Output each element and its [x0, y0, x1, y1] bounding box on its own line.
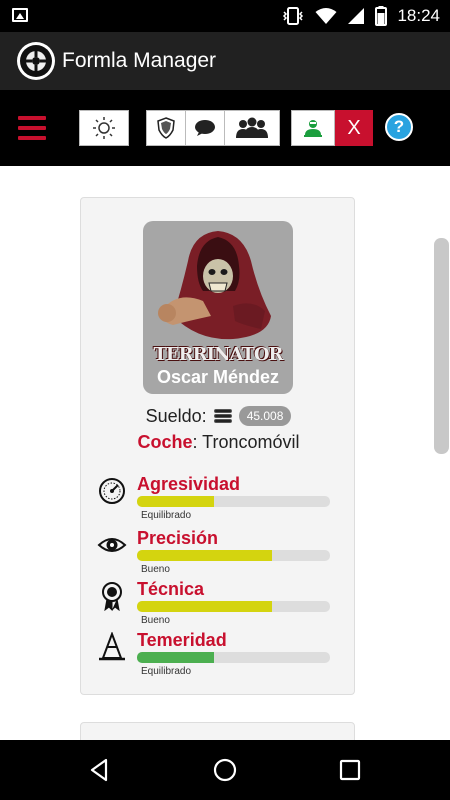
- signal-icon: [348, 8, 365, 24]
- brightness-button[interactable]: [79, 110, 129, 146]
- status-bar: 18:24: [0, 0, 450, 32]
- stat-row: Técnica Bueno: [97, 579, 337, 629]
- driver-card: TERRINATOR Oscar Méndez Sueldo: 45.008 C…: [80, 197, 355, 695]
- close-button[interactable]: X: [335, 110, 373, 146]
- vibrate-icon: [283, 7, 304, 25]
- car-value: : Troncomóvil: [192, 432, 300, 452]
- stat-level: Equilibrado: [141, 666, 192, 677]
- app-title: Formla Manager: [62, 49, 217, 72]
- home-icon[interactable]: [212, 757, 238, 783]
- hooded-villain-image: [158, 231, 271, 340]
- stat-name: Técnica: [137, 579, 205, 599]
- toolbar: X: [0, 90, 450, 166]
- community-button[interactable]: [225, 111, 279, 145]
- car-label: Coche: [137, 432, 193, 452]
- stat-row: Precisión Bueno: [97, 528, 337, 578]
- battery-icon: [375, 6, 388, 26]
- shield-icon: [157, 117, 175, 139]
- stat-level: Equilibrado: [141, 510, 192, 521]
- coins-icon: [213, 409, 232, 423]
- menu-icon[interactable]: [18, 116, 46, 140]
- help-button[interactable]: ?: [385, 113, 413, 141]
- stat-bar-fill: [137, 550, 273, 561]
- wifi-icon: [315, 8, 337, 24]
- chat-button[interactable]: [186, 111, 226, 145]
- status-time: 18:24: [397, 6, 440, 25]
- stat-bar: [137, 601, 330, 612]
- portrait-logo-text: TERRINATOR: [153, 344, 284, 365]
- app-bar: Formla Manager: [0, 32, 450, 90]
- users-group-icon: [236, 117, 269, 138]
- team-crest-button[interactable]: [147, 111, 187, 145]
- stat-name: Precisión: [137, 528, 219, 548]
- stat-bar: [137, 496, 330, 507]
- stat-row: Temeridad Equilibrado: [97, 630, 337, 680]
- stat-bar-fill: [137, 601, 273, 612]
- social-button-group: [146, 110, 280, 146]
- eye-icon: [97, 538, 127, 552]
- cone-icon: [99, 632, 125, 661]
- driver-race-button[interactable]: [291, 110, 335, 146]
- stat-bar: [137, 652, 330, 663]
- car-row: Coche: Troncomóvil: [81, 432, 356, 453]
- stat-name: Agresividad: [137, 474, 241, 494]
- chat-bubble-icon: [195, 120, 216, 136]
- driver-portrait: TERRINATOR Oscar Méndez: [143, 221, 293, 394]
- system-nav-bar: [0, 740, 450, 800]
- sun-icon: [93, 117, 115, 139]
- scrollbar[interactable]: [434, 238, 449, 454]
- stat-bar-fill: [137, 496, 215, 507]
- stat-level: Bueno: [141, 615, 170, 626]
- next-card: [80, 722, 355, 740]
- salary-row: Sueldo: 45.008: [81, 406, 356, 427]
- recents-icon[interactable]: [337, 757, 363, 783]
- medal-icon: [102, 582, 122, 611]
- back-icon[interactable]: [86, 757, 112, 783]
- salary-badge: 45.008: [238, 406, 292, 426]
- main-content: TERRINATOR Oscar Méndez Sueldo: 45.008 C…: [0, 166, 450, 740]
- stat-row: Agresividad Equilibrado: [97, 474, 337, 524]
- tachometer-icon: [99, 478, 125, 504]
- stat-bar: [137, 550, 330, 561]
- stat-name: Temeridad: [137, 630, 227, 650]
- wheel-logo-icon: [17, 42, 55, 80]
- stat-bar-fill: [137, 652, 215, 663]
- gallery-notification-icon: [12, 8, 28, 22]
- driver-helmet-icon: [304, 120, 322, 137]
- stat-level: Bueno: [141, 564, 170, 575]
- driver-name: Oscar Méndez: [156, 367, 280, 387]
- salary-label: Sueldo:: [145, 406, 207, 426]
